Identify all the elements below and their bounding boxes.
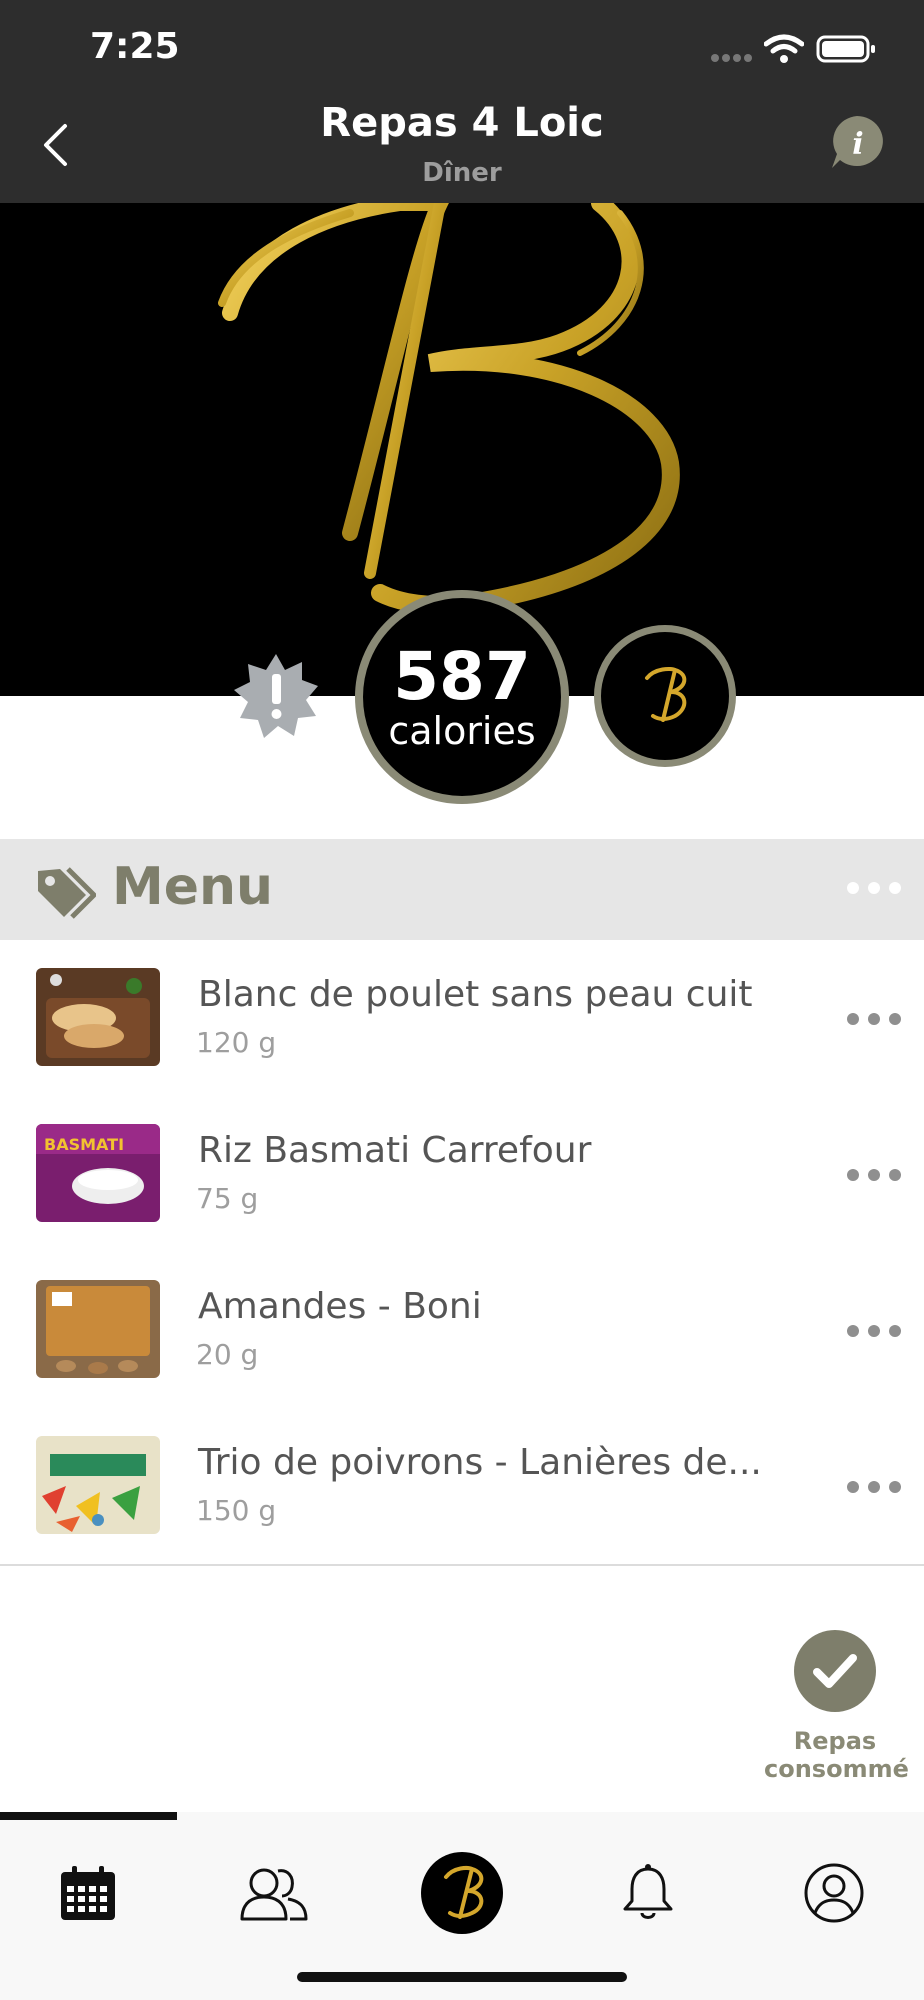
tab-community[interactable]: [224, 1850, 324, 1936]
calories-label: calories: [388, 709, 536, 753]
tab-profile[interactable]: [784, 1850, 884, 1936]
food-thumbnail: [36, 1436, 160, 1534]
item-more-icon[interactable]: [846, 1012, 902, 1026]
tab-brand-home[interactable]: [412, 1850, 512, 1936]
food-thumbnail: [36, 1280, 160, 1378]
menu-section-header: Menu: [0, 839, 924, 940]
bell-icon: [623, 1864, 673, 1919]
brand-button[interactable]: [594, 625, 736, 767]
checkmark-icon: [813, 1654, 857, 1688]
item-more-icon[interactable]: [846, 1324, 902, 1338]
calories-value: 587: [393, 638, 531, 715]
tab-notifications[interactable]: [598, 1850, 698, 1936]
cellular-signal-icon: [711, 54, 752, 62]
food-name: Blanc de poulet sans peau cuit: [198, 974, 753, 1015]
status-time: 7:25: [90, 26, 180, 67]
active-tab-indicator: [0, 1812, 177, 1820]
food-thumbnail: BASMATI: [36, 1124, 160, 1222]
item-more-icon[interactable]: [846, 1480, 902, 1494]
list-item[interactable]: Blanc de poulet sans peau cuit 120 g: [0, 940, 924, 1098]
wifi-icon: [764, 34, 804, 63]
meal-consumed-label-line1: Repas: [793, 1727, 877, 1755]
tag-icon: [38, 867, 96, 919]
alert-badge-icon[interactable]: [232, 652, 320, 740]
food-quantity: 120 g: [196, 1026, 277, 1059]
food-quantity: 20 g: [196, 1338, 259, 1371]
profile-icon: [804, 1863, 864, 1923]
list-item[interactable]: Trio de poivrons - Lanières de... 150 g: [0, 1408, 924, 1566]
meal-consumed-button[interactable]: [794, 1630, 876, 1712]
menu-more-icon[interactable]: [846, 881, 902, 895]
svg-text:i: i: [852, 127, 863, 162]
brand-b-icon: [421, 1852, 503, 1934]
food-quantity: 75 g: [196, 1182, 259, 1215]
page-subtitle: Dîner: [422, 158, 502, 188]
food-name: Amandes - Boni: [198, 1286, 482, 1327]
people-icon: [240, 1868, 308, 1921]
meal-consumed-label: Repas consommé: [764, 1727, 909, 1783]
calories-summary: 587 calories: [355, 590, 569, 804]
calendar-icon: [61, 1866, 115, 1920]
top-bar: 7:25 Repas 4 Loic Dîner i: [0, 0, 924, 203]
info-icon[interactable]: i: [828, 114, 886, 172]
page-title: Repas 4 Loic: [320, 100, 604, 146]
food-name: Trio de poivrons - Lanières de...: [198, 1442, 762, 1483]
svg-text:BASMATI: BASMATI: [44, 1135, 124, 1154]
food-name: Riz Basmati Carrefour: [198, 1130, 592, 1171]
list-item[interactable]: BASMATI Riz Basmati Carrefour 75 g: [0, 1096, 924, 1254]
battery-icon: [816, 35, 875, 63]
list-item[interactable]: Amandes - Boni 20 g: [0, 1252, 924, 1410]
meal-consumed-label-line2: consommé: [764, 1755, 909, 1783]
tab-calendar[interactable]: [38, 1850, 138, 1936]
food-quantity: 150 g: [196, 1494, 277, 1527]
menu-title: Menu: [112, 857, 274, 917]
food-thumbnail: [36, 968, 160, 1066]
brand-b-icon: [645, 667, 687, 722]
item-more-icon[interactable]: [846, 1168, 902, 1182]
home-indicator[interactable]: [297, 1972, 627, 1982]
